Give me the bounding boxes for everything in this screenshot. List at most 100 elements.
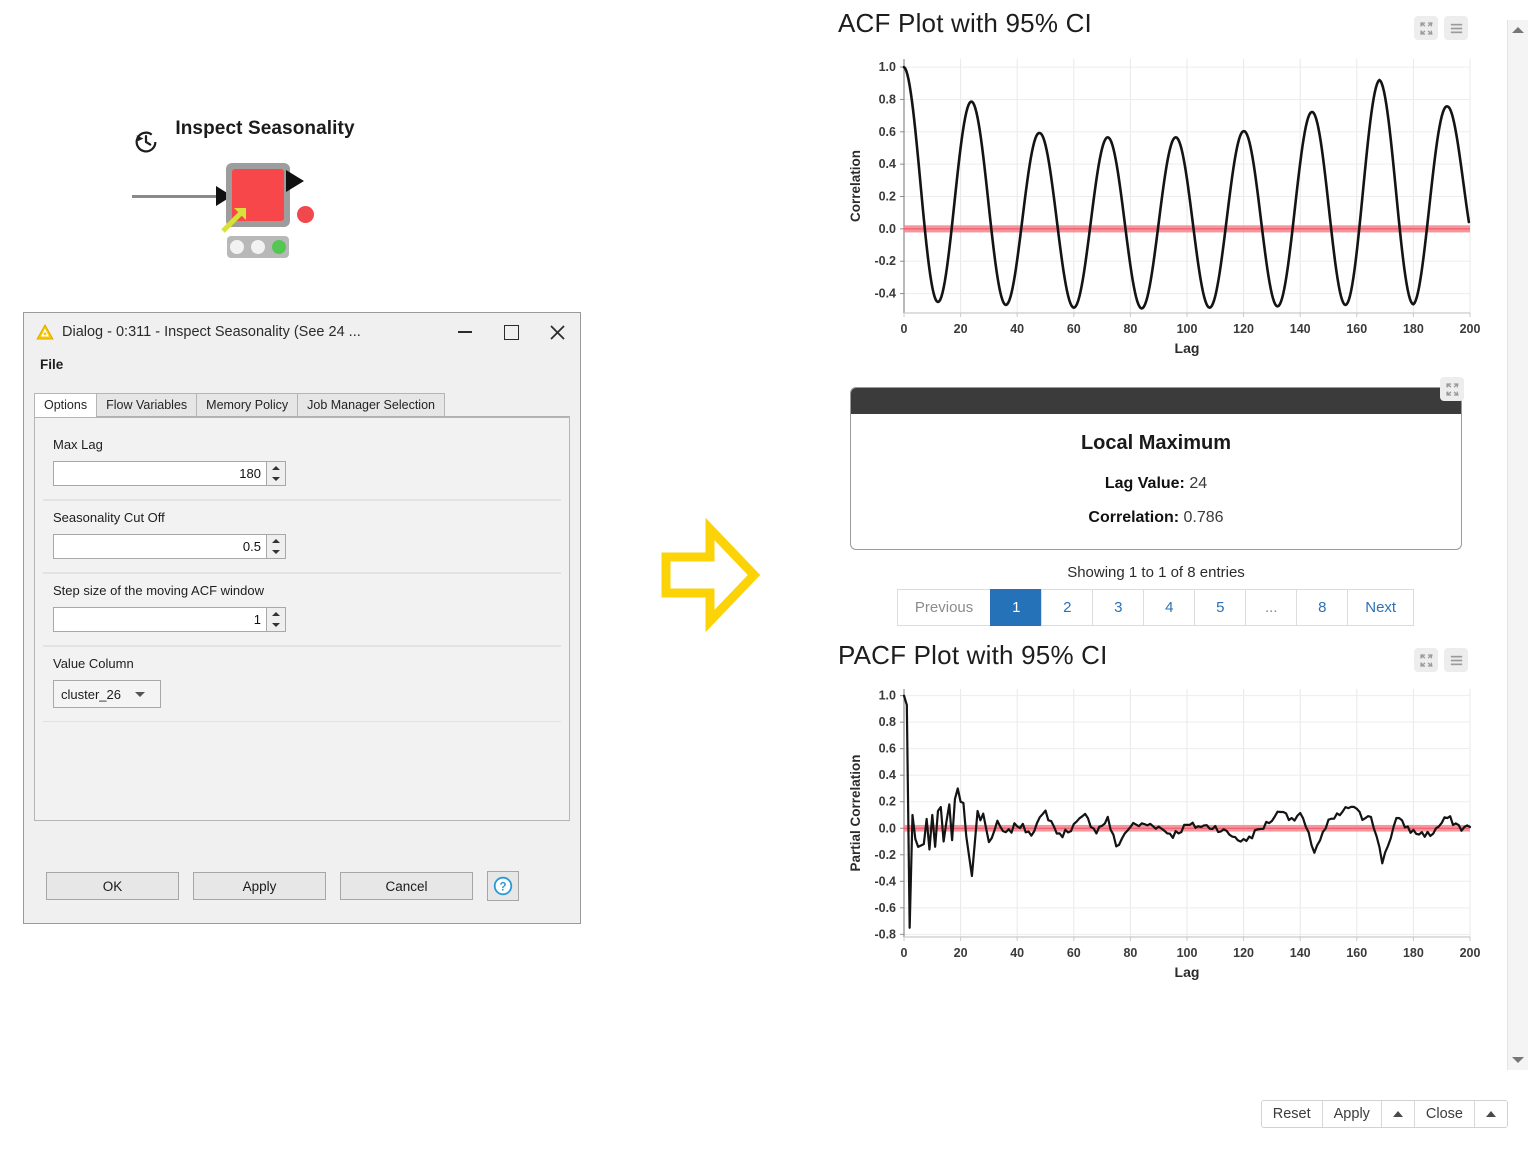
local-maximum-correlation-label: Correlation: [1088, 509, 1180, 526]
pagination-page-8[interactable]: 8 [1296, 589, 1349, 626]
pagination-page-3[interactable]: 3 [1092, 589, 1145, 626]
tab-memory-policy[interactable]: Memory Policy [196, 393, 299, 416]
apply-view-button[interactable]: Apply [1322, 1101, 1382, 1127]
apply-button[interactable]: Apply [193, 872, 326, 900]
field-group-value-column: Value Column cluster_26 [43, 646, 561, 722]
step-size-increment-button[interactable] [267, 608, 285, 620]
cancel-button[interactable]: Cancel [340, 872, 473, 900]
value-column-select[interactable]: cluster_26 [53, 680, 161, 708]
svg-text:-0.2: -0.2 [874, 848, 896, 862]
seasonality-cutoff-increment-button[interactable] [267, 535, 285, 547]
svg-text:100: 100 [1177, 322, 1198, 336]
step-size-input[interactable] [53, 607, 267, 632]
svg-text:140: 140 [1290, 322, 1311, 336]
ok-button[interactable]: OK [46, 872, 179, 900]
dialog-tabstrip: Options Flow Variables Memory Policy Job… [34, 391, 570, 417]
help-button[interactable]: ? [487, 871, 519, 901]
svg-text:Partial Correlation: Partial Correlation [848, 754, 863, 871]
svg-text:180: 180 [1403, 322, 1424, 336]
local-maximum-card-body: Local Maximum Lag Value: 24 Correlation:… [851, 414, 1461, 549]
value-column-selected-value: cluster_26 [61, 686, 121, 702]
pacf-menu-button[interactable] [1444, 648, 1468, 672]
max-lag-stepper[interactable] [53, 461, 286, 486]
close-options-button[interactable] [1475, 1101, 1507, 1127]
menu-item-file[interactable]: File [36, 355, 67, 374]
scroll-up-button[interactable] [1508, 20, 1528, 40]
dialog-maximize-button[interactable] [488, 317, 534, 347]
pacf-plot-title: PACF Plot with 95% CI [838, 640, 1108, 670]
step-size-decrement-button[interactable] [267, 620, 285, 632]
close-view-button[interactable]: Close [1414, 1101, 1475, 1127]
dialog-menubar: File [24, 351, 580, 377]
step-size-spin-buttons[interactable] [267, 607, 286, 632]
dialog-titlebar[interactable]: Dialog - 0:311 - Inspect Seasonality (Se… [24, 313, 580, 351]
pagination-previous[interactable]: Previous [896, 589, 992, 626]
svg-text:0.2: 0.2 [879, 190, 896, 204]
svg-text:?: ? [499, 881, 506, 893]
acf-plot-title: ACF Plot with 95% CI [838, 8, 1092, 38]
acf-menu-button[interactable] [1444, 16, 1468, 40]
pacf-expand-button[interactable] [1414, 648, 1438, 672]
pagination-page-2[interactable]: 2 [1041, 589, 1094, 626]
node-led-idle-2 [250, 240, 265, 254]
field-group-seasonality-cutoff: Seasonality Cut Off [43, 500, 561, 573]
node-output-port-icon [286, 170, 304, 192]
pacf-plot-toolbar[interactable] [1414, 648, 1468, 672]
seasonality-cutoff-decrement-button[interactable] [267, 547, 285, 559]
seasonality-cutoff-input[interactable] [53, 534, 267, 559]
svg-text:120: 120 [1233, 946, 1254, 960]
node-led-idle-1 [230, 240, 245, 254]
dialog-minimize-button[interactable] [442, 317, 488, 347]
node-input-connector-line [132, 195, 218, 198]
vertical-scrollbar[interactable] [1507, 20, 1528, 1070]
node-status-bar [227, 236, 289, 258]
svg-text:-0.4: -0.4 [874, 287, 896, 301]
local-maximum-card-header [851, 388, 1461, 414]
acf-chart[interactable]: -0.4 -0.2 0.0 0.2 0.4 0.6 0.8 1.0 0 20 40 60 80 100 12… [826, 41, 1486, 371]
local-maximum-section: Local Maximum Lag Value: 24 Correlation:… [826, 377, 1486, 626]
pagination-next[interactable]: Next [1347, 589, 1415, 626]
scroll-down-button[interactable] [1508, 1050, 1528, 1070]
caret-up-icon-2 [1486, 1111, 1496, 1117]
pagination-page-5[interactable]: 5 [1194, 589, 1247, 626]
pagination-page-1[interactable]: 1 [990, 589, 1043, 626]
pacf-chart[interactable]: -0.8 -0.6 -0.4 -0.2 0.0 0.2 0.4 0.6 0.8 1.0 0 20 40 6… [826, 673, 1486, 993]
svg-text:-0.2: -0.2 [874, 254, 896, 268]
reset-button[interactable]: Reset [1261, 1101, 1323, 1127]
svg-text:40: 40 [1010, 946, 1024, 960]
acf-plot-section: ACF Plot with 95% CI -0.4 -0.2 0.0 0.2 0.4 0.… [826, 8, 1486, 371]
local-maximum-correlation-value: 0.786 [1183, 509, 1224, 526]
svg-text:0.8: 0.8 [879, 715, 896, 729]
step-size-stepper[interactable] [53, 607, 286, 632]
pagination[interactable]: Previous 1 2 3 4 5 ... 8 Next [826, 589, 1486, 626]
maximize-icon [503, 324, 519, 340]
max-lag-input[interactable] [53, 461, 267, 486]
hamburger-menu-icon [1450, 655, 1462, 665]
seasonality-cutoff-spin-buttons[interactable] [267, 534, 286, 559]
tab-flow-variables[interactable]: Flow Variables [96, 393, 198, 416]
acf-plot-toolbar[interactable] [1414, 16, 1468, 40]
pagination-page-4[interactable]: 4 [1143, 589, 1196, 626]
seasonality-cutoff-stepper[interactable] [53, 534, 286, 559]
tab-job-manager-selection[interactable]: Job Manager Selection [297, 393, 445, 416]
max-lag-increment-button[interactable] [267, 462, 285, 474]
view-bottom-toolbar: Reset Apply Close [1260, 1100, 1508, 1128]
apply-options-button[interactable] [1381, 1101, 1415, 1127]
knime-node[interactable]: Inspect Seasonality [120, 118, 400, 278]
svg-text:-0.6: -0.6 [874, 901, 896, 915]
expand-fullscreen-icon [1419, 653, 1433, 667]
clock-refresh-icon [135, 131, 157, 153]
max-lag-spin-buttons[interactable] [267, 461, 286, 486]
local-maximum-expand-button[interactable] [1440, 377, 1464, 401]
svg-text:160: 160 [1346, 946, 1367, 960]
dialog-close-button[interactable] [534, 317, 580, 347]
svg-text:20: 20 [954, 946, 968, 960]
pacf-plot-section: PACF Plot with 95% CI -0.8 -0.6 -0.4 -0.2 0.… [826, 640, 1486, 993]
svg-text:-0.4: -0.4 [874, 874, 896, 888]
svg-text:0.6: 0.6 [879, 125, 896, 139]
max-lag-decrement-button[interactable] [267, 474, 285, 486]
acf-expand-button[interactable] [1414, 16, 1438, 40]
node-title: Inspect Seasonality [175, 118, 355, 139]
dialog-title: Dialog - 0:311 - Inspect Seasonality (Se… [62, 324, 361, 340]
tab-options[interactable]: Options [34, 393, 98, 417]
